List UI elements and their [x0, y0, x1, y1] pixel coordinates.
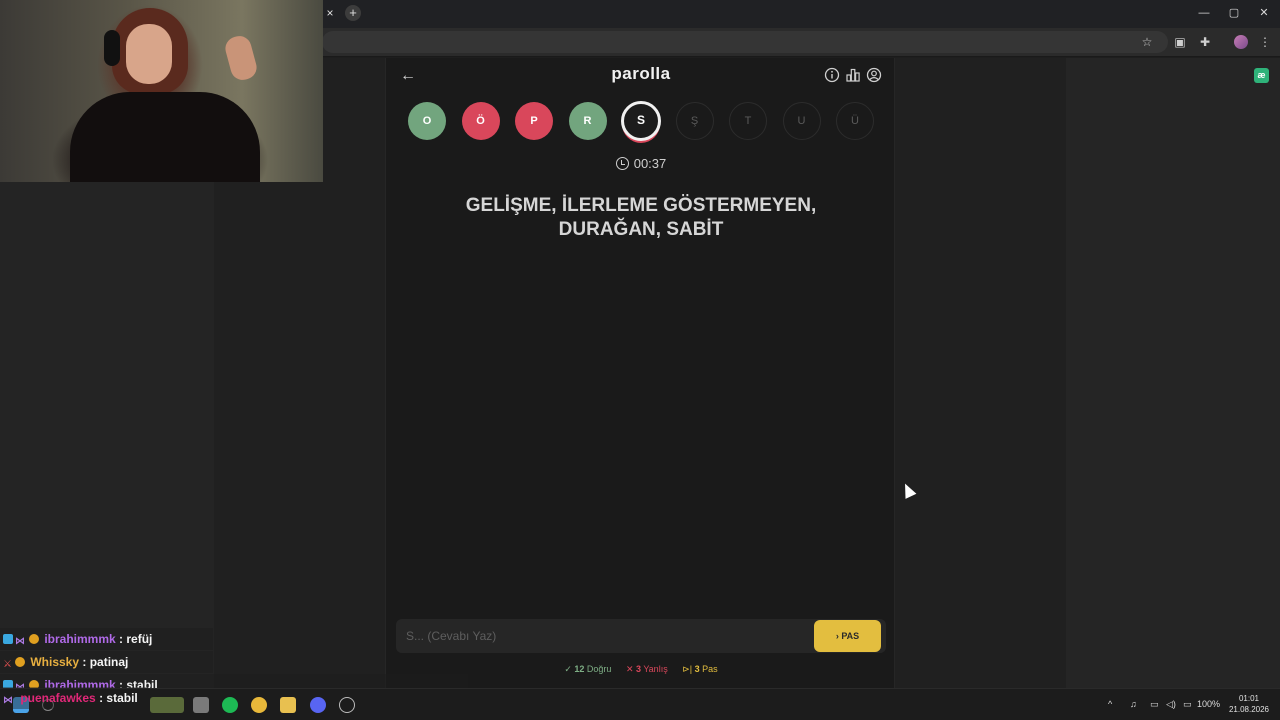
- webcam-body: [70, 92, 260, 182]
- chat-text: : refüj: [119, 632, 153, 646]
- battery-icon[interactable]: ▭: [1183, 699, 1192, 710]
- mod-badge-icon: ⚔: [3, 659, 12, 670]
- chat-text: : patinaj: [82, 655, 129, 669]
- profile-avatar[interactable]: [1234, 35, 1248, 49]
- letter-wheel: O Ö P R S Ş T U Ü: [408, 101, 878, 144]
- correct-label: Doğru: [586, 664, 612, 674]
- page-right-margin: [1066, 58, 1280, 688]
- clock-icon: [615, 157, 629, 170]
- reader-icon[interactable]: ▣: [1171, 33, 1189, 51]
- clock-date: 21.08.2026: [1228, 705, 1270, 714]
- task-view-icon[interactable]: [193, 697, 209, 713]
- answer-box: › PAS: [396, 619, 886, 653]
- wrong-label: Yanlış: [643, 664, 668, 674]
- close-window-icon[interactable]: ✕: [1254, 4, 1274, 22]
- account-icon[interactable]: [866, 67, 882, 83]
- tray-chevron-icon[interactable]: ^: [1108, 699, 1112, 709]
- parolla-game-panel: ← parolla O Ö P R S Ş T U Ü 00:37 GELİŞM…: [385, 58, 895, 688]
- letter-p[interactable]: P: [515, 102, 553, 140]
- skip-icon: ⊳|: [682, 664, 695, 674]
- pas-label: Pas: [702, 664, 718, 674]
- chat-message: ⋈ ibrahimmmk : refüj: [0, 628, 213, 650]
- question-line-1: GELİŞME, İLERLEME GÖSTERMEYEN,: [465, 195, 817, 216]
- wrong-stat: ✕ 3 Yanlış: [626, 664, 668, 675]
- question-line-2: DURAĞAN, SABİT: [558, 219, 724, 240]
- app-title: parolla: [611, 64, 671, 83]
- sub-badge-icon: ⋈: [15, 677, 27, 693]
- sub-badge-icon: ⋈: [3, 695, 13, 706]
- discord-icon[interactable]: [310, 697, 326, 713]
- chat-message: ⋈ puenafawkes : stabil: [0, 687, 148, 709]
- timer: 00:37: [386, 156, 896, 174]
- star-icon[interactable]: ☆: [1138, 33, 1156, 51]
- bits-badge-icon: [15, 657, 25, 667]
- extension-icon[interactable]: æ: [1254, 68, 1269, 83]
- volume-icon[interactable]: ◁): [1166, 699, 1176, 710]
- stats-icon[interactable]: [845, 67, 861, 83]
- taskbar-widget-icon[interactable]: [150, 697, 184, 713]
- address-bar[interactable]: [322, 31, 1168, 53]
- headphone-icon: [104, 30, 120, 66]
- correct-stat: ✓ 12 Doğru: [564, 664, 611, 675]
- letter-t[interactable]: T: [729, 102, 767, 140]
- chat-text: : stabil: [99, 691, 138, 705]
- chat-username: puenafawkes: [20, 691, 96, 705]
- cross-icon: ✕: [625, 664, 636, 674]
- microphone-icon[interactable]: ♫: [1130, 699, 1137, 709]
- minimize-icon[interactable]: —: [1194, 4, 1214, 22]
- correct-count: 12: [574, 664, 585, 674]
- answer-input[interactable]: [406, 619, 806, 653]
- timer-value: 00:37: [633, 156, 667, 171]
- pas-stat: ⊳| 3 Pas: [682, 664, 717, 675]
- pas-button-label: PAS: [841, 631, 860, 641]
- letter-u-umlaut[interactable]: Ü: [836, 102, 874, 140]
- bits-badge-icon: [29, 634, 39, 644]
- webcam-overlay: [0, 0, 323, 182]
- letter-s-cedilla[interactable]: Ş: [675, 102, 714, 140]
- file-explorer-icon[interactable]: [280, 697, 296, 713]
- spotify-icon[interactable]: [222, 697, 238, 713]
- chat-username: Whissky: [30, 655, 80, 669]
- chat-username: ibrahimmmk: [44, 632, 116, 646]
- new-tab-button[interactable]: +: [345, 5, 361, 21]
- chrome-icon[interactable]: [251, 697, 267, 713]
- screen: × + — ▢ ✕ ☆ ▣ ✚ ⋮ æ ← parolla O Ö P R S …: [0, 0, 1280, 720]
- extensions-icon[interactable]: ✚: [1196, 33, 1214, 51]
- menu-icon[interactable]: ⋮: [1256, 33, 1274, 51]
- letter-s-active[interactable]: S: [621, 101, 661, 141]
- letter-o-umlaut[interactable]: Ö: [461, 102, 500, 140]
- letter-r[interactable]: R: [568, 102, 607, 140]
- app-icon[interactable]: [339, 697, 355, 713]
- pas-count: 3: [694, 664, 700, 674]
- check-icon: ✓: [564, 664, 575, 674]
- question-text: GELİŞME, İLERLEME GÖSTERMEYEN, DURAĞAN, …: [426, 194, 856, 242]
- webcam-hand: [222, 33, 260, 83]
- info-icon[interactable]: [824, 67, 840, 83]
- prime-badge-icon: [3, 634, 13, 644]
- battery-percent: 100%: [1197, 699, 1221, 709]
- letter-o[interactable]: O: [408, 102, 446, 140]
- pas-button[interactable]: › PAS: [814, 620, 881, 652]
- chat-message: ⚔ Whissky : patinaj: [0, 651, 213, 673]
- taskbar: ⋈ puenafawkes : stabil ^ ♫ ▭ ◁) ▭ 100% 0…: [0, 687, 1280, 720]
- clock-time: 01:01: [1238, 694, 1260, 703]
- network-icon[interactable]: ▭: [1150, 699, 1159, 710]
- wrong-count: 3: [635, 664, 641, 674]
- webcam-face: [126, 24, 172, 84]
- close-tab-icon[interactable]: ×: [323, 5, 337, 21]
- letter-u[interactable]: U: [782, 102, 821, 140]
- restore-icon[interactable]: ▢: [1224, 4, 1244, 22]
- sub-badge-icon: ⋈: [15, 636, 25, 647]
- clock[interactable]: 01:01 21.08.2026: [1224, 693, 1274, 715]
